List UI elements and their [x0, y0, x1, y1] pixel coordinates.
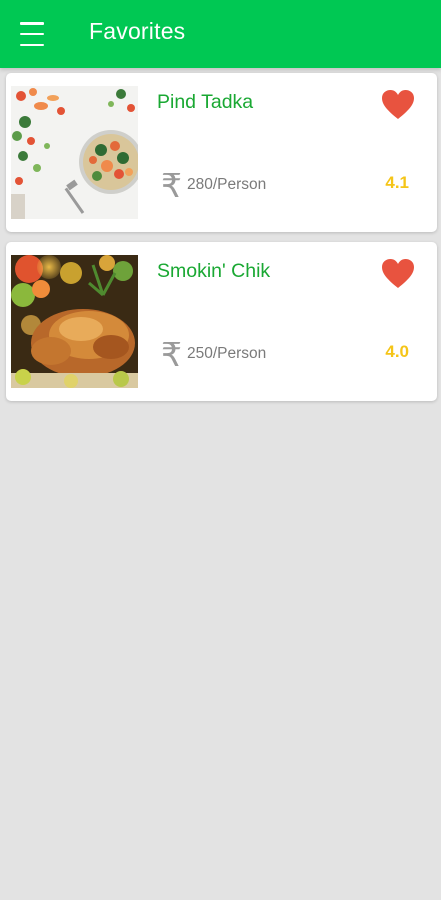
- app-bar: Favorites: [0, 0, 441, 68]
- heart-icon[interactable]: [381, 258, 415, 290]
- restaurant-name[interactable]: Smokin' Chik: [157, 260, 270, 283]
- rating-value: 4.1: [385, 173, 409, 192]
- hamburger-menu-icon[interactable]: [20, 22, 50, 46]
- restaurant-image: [11, 86, 138, 219]
- rupee-icon: ₹: [161, 166, 182, 205]
- favorite-card[interactable]: Smokin' Chik ₹ 250/Person 4.0: [6, 242, 437, 401]
- rating-value: 4.0: [385, 342, 409, 361]
- price-per-person: 250/Person: [187, 345, 267, 362]
- heart-icon[interactable]: [381, 89, 415, 121]
- price-per-person: 280/Person: [187, 176, 267, 193]
- rupee-icon: ₹: [161, 335, 182, 374]
- restaurant-image: [11, 255, 138, 388]
- restaurant-name[interactable]: Pind Tadka: [157, 91, 253, 114]
- favorite-card[interactable]: Pind Tadka ₹ 280/Person 4.1: [6, 73, 437, 232]
- page-title: Favorites: [89, 18, 186, 44]
